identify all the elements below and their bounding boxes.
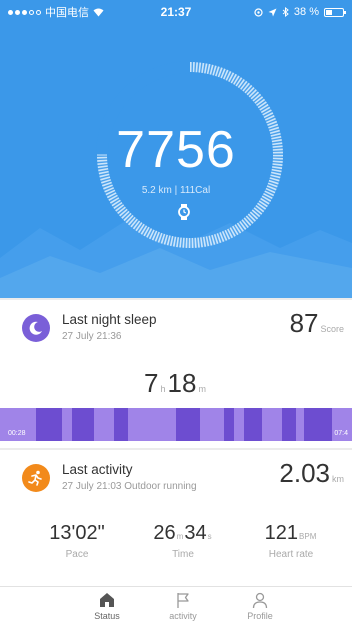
tab-activity-label: activity (169, 611, 197, 621)
sleep-title: Last night sleep (62, 312, 157, 327)
deep-sleep-segment (282, 408, 296, 441)
sleep-score: 87 Score (290, 308, 344, 339)
activity-metrics: 13'02" Pace 26 m 34 s Time 121 BPM Heart… (0, 522, 352, 572)
pace-label: Pace (65, 549, 89, 560)
time-seconds-unit: s (207, 532, 212, 541)
sleep-duration: 7 h 18 m (0, 368, 352, 399)
activity-distance: 2.03 km (279, 458, 344, 489)
bluetooth-icon (282, 7, 289, 17)
tab-bar: Status activity Profile (0, 586, 352, 630)
tab-profile[interactable]: Profile (220, 591, 300, 621)
activity-card[interactable]: Last activity 27 July 21:03 Outdoor runn… (0, 450, 352, 586)
tab-status-label: Status (94, 611, 120, 621)
sleep-date: 27 July 21:36 (62, 331, 122, 342)
time-seconds: 34 (184, 522, 207, 544)
time-metric: 26 m 34 s Time (128, 522, 238, 560)
activity-distance-unit: km (332, 474, 344, 484)
steps-hero[interactable]: 中国电信 21:37 38 % 7756 5.2 km | 111Cal (0, 0, 352, 298)
deep-sleep-segment (114, 408, 128, 441)
deep-sleep-segment (224, 408, 234, 441)
heart-rate-metric: 121 BPM Heart rate (236, 522, 346, 560)
battery-icon (324, 7, 346, 17)
wifi-icon (93, 8, 104, 16)
battery-percent: 38 % (293, 6, 319, 18)
time-label: Time (172, 549, 194, 560)
time-minutes: 26 (153, 522, 176, 544)
time-minutes-unit: m (176, 532, 184, 541)
running-icon (22, 464, 50, 492)
pace-metric: 13'02" Pace (22, 522, 132, 560)
home-icon (100, 593, 114, 607)
pace-value: 13'02" (49, 522, 105, 544)
flag-icon (177, 593, 189, 608)
sleep-card[interactable]: Last night sleep 27 July 21:36 87 Score … (0, 300, 352, 448)
location-icon (254, 7, 263, 17)
deep-sleep-segment (176, 408, 200, 441)
steps-count: 7756 (116, 121, 236, 179)
carrier-label: 中国电信 (45, 7, 89, 19)
deep-sleep-segment (36, 408, 62, 441)
activity-title: Last activity (62, 462, 133, 477)
person-icon (252, 592, 268, 609)
sleep-score-value: 87 (289, 308, 319, 338)
sleep-hours-unit: h (160, 384, 166, 394)
watch-icon (178, 204, 190, 220)
distance-calories: 5.2 km | 111Cal (141, 185, 211, 196)
heart-rate-label: Heart rate (268, 549, 314, 560)
status-time: 21:37 (160, 5, 192, 19)
deep-sleep-segment (304, 408, 332, 441)
sleep-start-time: 00:28 (8, 430, 26, 437)
activity-subtitle: 27 July 21:03 Outdoor running (62, 481, 197, 492)
sleep-hours: 7 (144, 368, 159, 398)
moon-icon (22, 314, 50, 342)
deep-sleep-segment (72, 408, 94, 441)
sleep-timeline: 00:28 07:4 (0, 408, 352, 441)
tab-profile-label: Profile (247, 611, 273, 621)
status-bar: 中国电信 21:37 38 % (0, 0, 352, 24)
deep-sleep-segment (244, 408, 262, 441)
navigation-icon (268, 8, 277, 16)
sleep-score-unit: Score (320, 324, 344, 334)
sleep-end-time: 07:4 (334, 430, 348, 437)
heart-rate-unit: BPM (299, 532, 317, 541)
tab-activity[interactable]: activity (143, 591, 223, 621)
sleep-minutes-unit: m (198, 384, 206, 394)
tab-status[interactable]: Status (67, 591, 147, 621)
signal-icon (8, 9, 41, 15)
activity-distance-value: 2.03 (279, 458, 330, 488)
heart-rate-value: 121 (264, 522, 299, 544)
sleep-minutes: 18 (167, 368, 197, 398)
